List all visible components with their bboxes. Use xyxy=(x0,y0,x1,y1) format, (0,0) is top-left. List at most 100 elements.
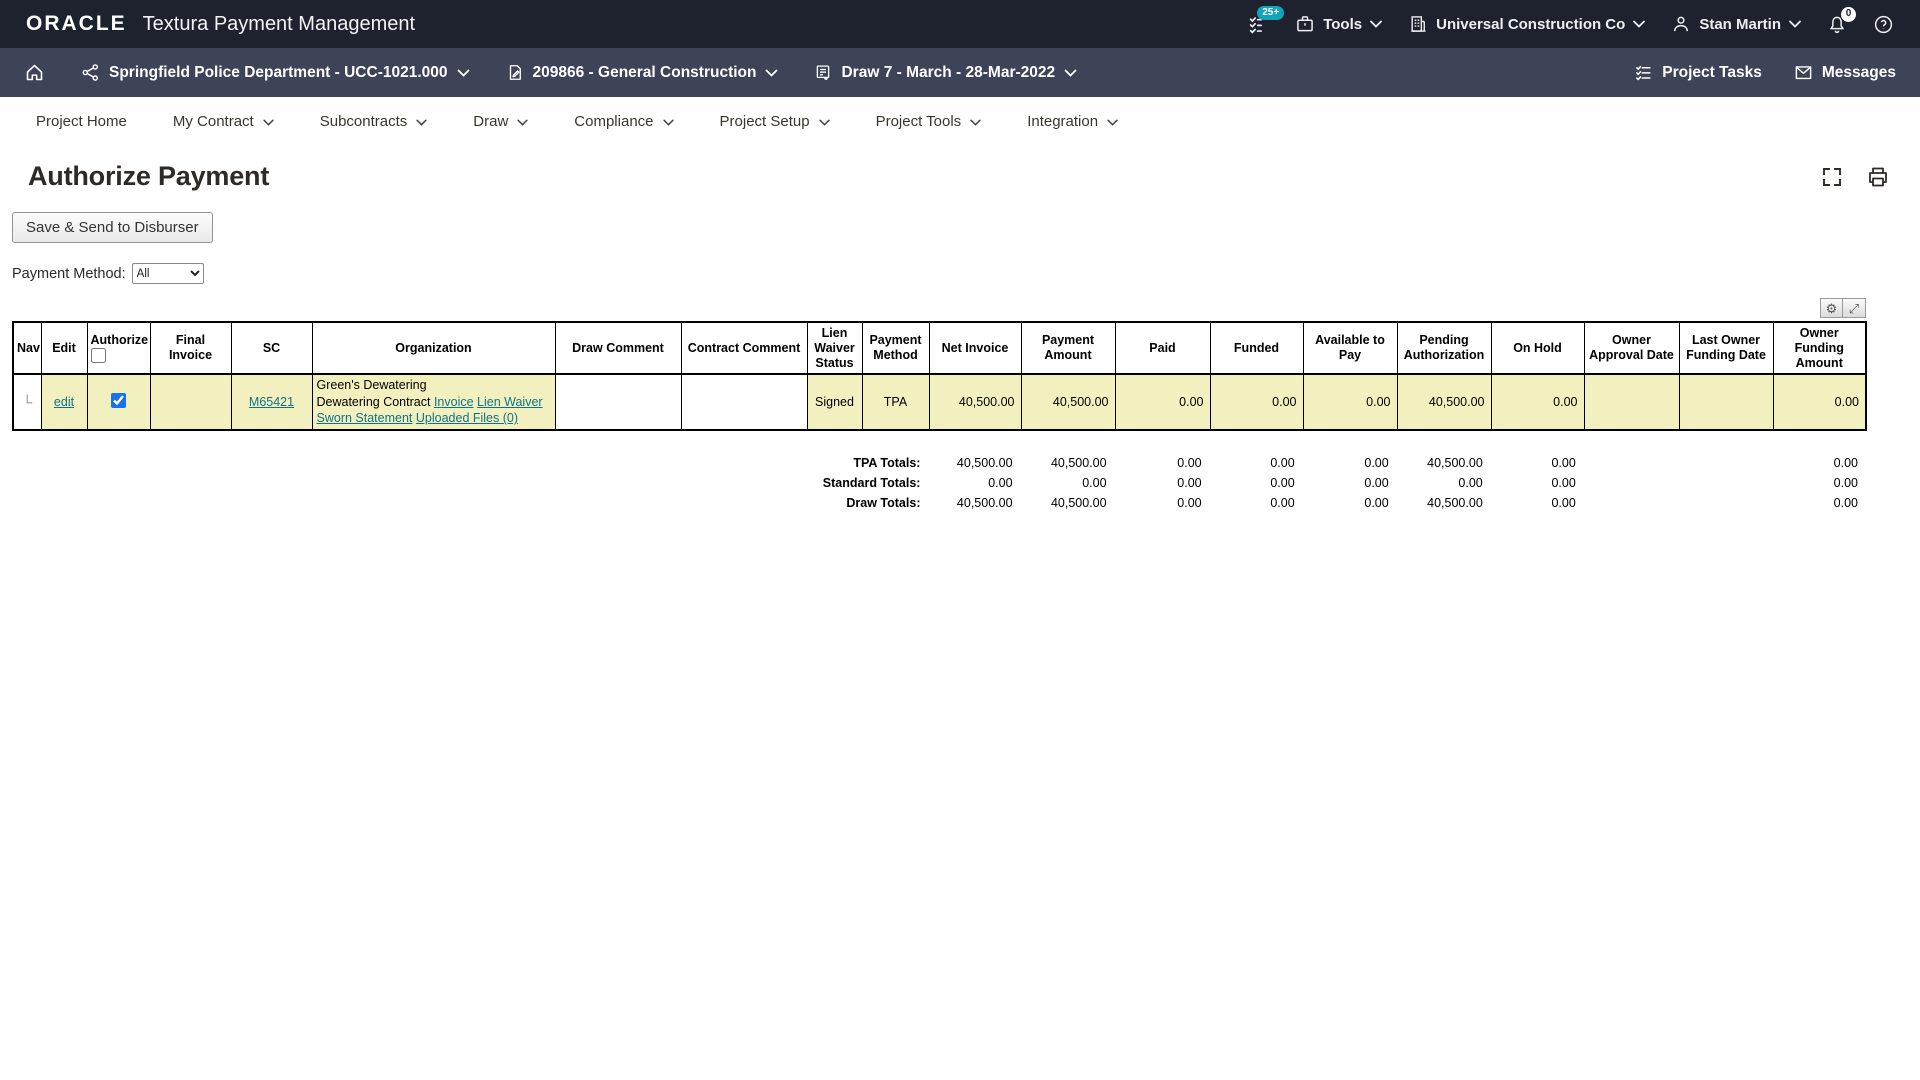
menu-integration[interactable]: Integration xyxy=(1027,113,1118,130)
chevron-down-icon xyxy=(765,69,778,77)
company-menu[interactable]: Universal Construction Co xyxy=(1408,14,1645,34)
project-name: Springfield Police Department - UCC-1021… xyxy=(109,64,448,82)
funded-cell: 0.00 xyxy=(1210,374,1303,430)
chevron-down-icon xyxy=(1633,20,1645,28)
sc-link[interactable]: M65421 xyxy=(249,395,294,409)
totals-funded: 0.00 xyxy=(1210,493,1303,513)
menu-project-tools[interactable]: Project Tools xyxy=(876,113,982,130)
authorize-row-checkbox[interactable] xyxy=(111,393,126,408)
organization-cell: Green's Dewatering Dewatering Contract I… xyxy=(312,374,555,430)
on-hold-cell: 0.00 xyxy=(1491,374,1584,430)
contract-selector[interactable]: 209866 - General Construction xyxy=(506,63,779,82)
totals-label: Standard Totals: xyxy=(12,473,928,493)
totals-paid: 0.00 xyxy=(1115,493,1210,513)
totals-owner-funding-amount: 0.00 xyxy=(1773,493,1866,513)
checklist-icon xyxy=(1634,63,1653,82)
invoice-link[interactable]: Invoice xyxy=(434,395,474,409)
top-app-bar: ORACLE Textura Payment Management 25+ xyxy=(0,0,1920,48)
context-bar: Springfield Police Department - UCC-1021… xyxy=(0,48,1920,97)
contract-name: 209866 - General Construction xyxy=(533,64,757,82)
draw-totals-row: Draw Totals: 40,500.00 40,500.00 0.00 0.… xyxy=(12,493,1866,513)
totals-payment-amount: 0.00 xyxy=(1021,473,1115,493)
totals-available-to-pay: 0.00 xyxy=(1303,493,1397,513)
menu-compliance[interactable]: Compliance xyxy=(574,113,673,130)
menu-project-setup[interactable]: Project Setup xyxy=(720,113,830,130)
totals-net-invoice: 40,500.00 xyxy=(928,453,1020,473)
print-button[interactable] xyxy=(1866,165,1890,189)
col-nav: Nav xyxy=(13,322,41,374)
authorize-all-checkbox[interactable] xyxy=(91,348,106,363)
contract-title: Dewatering Contract xyxy=(317,395,431,409)
tasks-button[interactable]: 25+ xyxy=(1248,14,1269,35)
menu-my-contract[interactable]: My Contract xyxy=(173,113,274,130)
sc-cell: M65421 xyxy=(231,374,312,430)
home-button[interactable] xyxy=(24,62,45,83)
col-draw-comment: Draw Comment xyxy=(555,322,681,374)
col-edit: Edit xyxy=(41,322,87,374)
help-button[interactable] xyxy=(1873,14,1894,35)
totals-owner-funding-amount: 0.00 xyxy=(1773,473,1866,493)
totals-pending-authorization: 0.00 xyxy=(1397,473,1491,493)
totals-net-invoice: 0.00 xyxy=(928,473,1020,493)
uploaded-files-link[interactable]: Uploaded Files (0) xyxy=(416,411,518,425)
project-selector[interactable]: Springfield Police Department - UCC-1021… xyxy=(81,63,470,82)
payment-method-select[interactable]: All xyxy=(132,263,204,284)
totals-funded: 0.00 xyxy=(1210,473,1303,493)
col-authorize-label: Authorize xyxy=(91,333,149,347)
col-net-invoice: Net Invoice xyxy=(929,322,1021,374)
lien-waiver-status-cell: Signed xyxy=(807,374,862,430)
project-tasks-label: Project Tasks xyxy=(1662,64,1762,82)
menu-label: Compliance xyxy=(574,113,653,130)
menu-draw[interactable]: Draw xyxy=(473,113,528,130)
totals-owner-approval-date xyxy=(1584,453,1679,473)
oracle-logo: ORACLE xyxy=(26,12,127,36)
briefcase-icon xyxy=(1295,14,1315,34)
totals-label: Draw Totals: xyxy=(12,493,928,513)
notifications-count-badge: 0 xyxy=(1841,7,1856,22)
lien-waiver-link[interactable]: Lien Waiver xyxy=(477,395,543,409)
final-invoice-cell xyxy=(150,374,231,430)
project-tasks-link[interactable]: Project Tasks xyxy=(1634,63,1762,82)
col-payment-amount: Payment Amount xyxy=(1021,322,1115,374)
chevron-down-icon xyxy=(819,117,830,126)
table-row: └ edit M65421 Green's Dewatering Dewater… xyxy=(13,374,1866,430)
messages-link[interactable]: Messages xyxy=(1794,63,1896,82)
user-menu[interactable]: Stan Martin xyxy=(1671,14,1801,34)
nav-elbow-icon: └ xyxy=(22,394,32,410)
help-icon xyxy=(1873,14,1894,35)
chevron-down-icon xyxy=(1370,20,1382,28)
col-organization: Organization xyxy=(312,322,555,374)
owner-approval-date-cell xyxy=(1584,374,1679,430)
col-lien-waiver-status: Lien Waiver Status xyxy=(807,322,862,374)
menu-label: Integration xyxy=(1027,113,1098,130)
table-settings-button[interactable]: ⚙ xyxy=(1820,298,1843,318)
totals-owner-funding-amount: 0.00 xyxy=(1773,453,1866,473)
draw-selector[interactable]: Draw 7 - March - 28-Mar-2022 xyxy=(814,63,1077,82)
tasks-count-badge: 25+ xyxy=(1257,6,1284,20)
user-name: Stan Martin xyxy=(1699,16,1781,33)
totals-pending-authorization: 40,500.00 xyxy=(1397,453,1491,473)
pending-authorization-cell: 40,500.00 xyxy=(1397,374,1491,430)
col-authorize: Authorize xyxy=(87,322,150,374)
menu-label: My Contract xyxy=(173,113,254,130)
tools-menu[interactable]: Tools xyxy=(1295,14,1382,34)
owner-funding-amount-cell: 0.00 xyxy=(1773,374,1866,430)
col-available-to-pay: Available to Pay xyxy=(1303,322,1397,374)
save-send-disburser-button[interactable]: Save & Send to Disburser xyxy=(12,212,213,243)
notifications-button[interactable]: 0 xyxy=(1827,14,1847,35)
contract-comment-cell xyxy=(681,374,807,430)
menu-label: Project Tools xyxy=(876,113,962,130)
edit-link[interactable]: edit xyxy=(54,395,74,409)
menu-subcontracts[interactable]: Subcontracts xyxy=(320,113,428,130)
resize-icon: ⤢ xyxy=(1849,302,1859,315)
col-pending-authorization: Pending Authorization xyxy=(1397,322,1491,374)
menu-label: Project Home xyxy=(36,113,127,130)
document-edit-icon xyxy=(506,63,524,82)
totals-payment-amount: 40,500.00 xyxy=(1021,453,1115,473)
messages-label: Messages xyxy=(1822,64,1896,82)
main-menu: Project Home My Contract Subcontracts Dr… xyxy=(0,97,1920,145)
table-resize-button[interactable]: ⤢ xyxy=(1843,298,1866,318)
menu-project-home[interactable]: Project Home xyxy=(36,113,127,130)
sworn-statement-link[interactable]: Sworn Statement xyxy=(317,411,413,425)
fullscreen-button[interactable] xyxy=(1820,165,1844,189)
